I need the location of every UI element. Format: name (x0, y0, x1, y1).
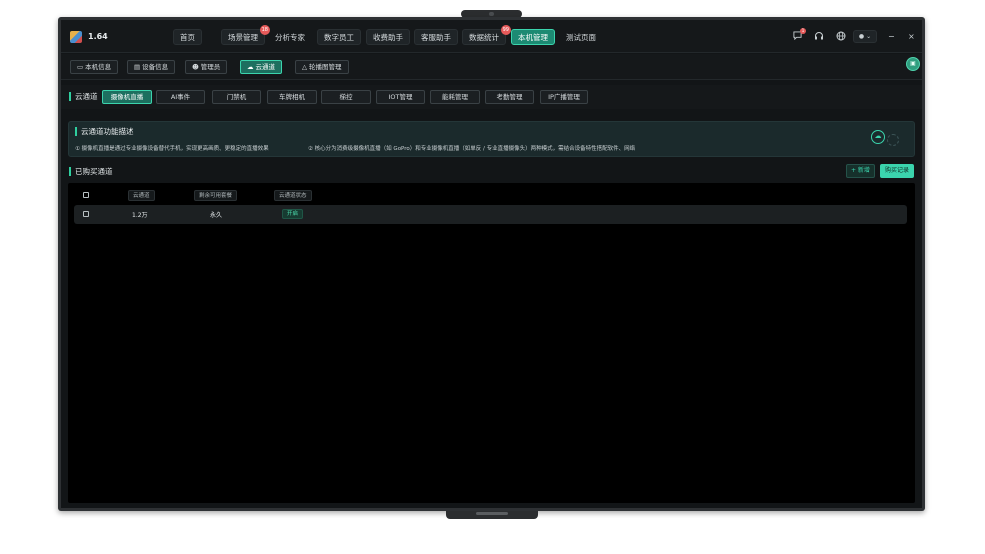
nav-tab-label: 本机管理 (518, 33, 548, 42)
section-bar: 云通道 摄像机直播 AI事件 门禁机 车牌相机 梯控 IOT管理 能耗管理 考勤… (61, 85, 922, 109)
section-tab-ip-broadcast[interactable]: IP广播管理 (540, 90, 588, 104)
table-header: 云通道 剩余可用套餐 云通道状态 (68, 187, 915, 203)
nav-tab-label: 首页 (180, 33, 195, 42)
section-tab-iot[interactable]: IOT管理 (376, 90, 425, 104)
section-tab-elevator[interactable]: 梯控 (321, 90, 371, 104)
assistant-icon[interactable]: ▣ (906, 57, 920, 71)
app-window: 1.64 首页 场景管理 18 分析专家 数字员工 收费助手 客服助手 数据统计 9… (61, 20, 922, 508)
device-icon: ▤ (134, 63, 141, 71)
subtab-carousel[interactable]: △ 轮播图管理 (295, 60, 349, 74)
section-tab-energy[interactable]: 能耗管理 (430, 90, 480, 104)
message-badge: 1 (800, 28, 806, 34)
message-icon[interactable]: 1 (792, 28, 806, 42)
section-tab-ai-event[interactable]: AI事件 (156, 90, 205, 104)
purchase-records-button[interactable]: 购买记录 (880, 164, 915, 178)
app-logo (70, 31, 82, 43)
row-checkbox[interactable] (83, 211, 89, 217)
nav-tab-label: 测试页面 (566, 33, 596, 42)
subtab-label: 本机信息 (85, 63, 112, 71)
headset-icon[interactable] (813, 31, 824, 42)
nav-tab-billing[interactable]: 收费助手 (366, 29, 410, 45)
nav-tab-label: 收费助手 (373, 33, 403, 42)
section-title: 云通道 (69, 92, 98, 101)
subtab-admin[interactable]: ☻ 管理员 (185, 60, 228, 74)
section-tab-access-control[interactable]: 门禁机 (212, 90, 261, 104)
column-header-channel[interactable]: 云通道 (128, 190, 155, 201)
screenshot-stage: 1.64 首页 场景管理 18 分析专家 数字员工 收费助手 客服助手 数据统计 9… (0, 0, 985, 554)
table-row[interactable]: 1.2万 永久 开启 (74, 205, 907, 224)
close-button[interactable]: × (908, 31, 915, 42)
nav-tab-label: 数字员工 (324, 33, 354, 42)
description-point-2: ② 核心分为消费级摄像机直播（如 GoPro）和专业摄像机直播（如单反 / 专业… (308, 146, 636, 152)
subtab-local-info[interactable]: ▭ 本机信息 (70, 60, 119, 74)
section-tab-camera-live[interactable]: 摄像机直播 (102, 90, 152, 104)
column-header-status[interactable]: 云通道状态 (274, 190, 312, 201)
cell-remaining: 永久 (210, 212, 223, 219)
cloud-sync-icon: ☁ (871, 130, 885, 144)
section-tab-plate-camera[interactable]: 车牌相机 (267, 90, 317, 104)
select-all-checkbox[interactable] (83, 192, 89, 198)
nav-tab-label: 客服助手 (421, 33, 451, 42)
chevron-down-icon: ⌄ (864, 33, 872, 40)
cloud-decoration-icon (887, 134, 899, 146)
monitor-stand (446, 511, 538, 519)
user-menu-button[interactable]: ● ⌄ (853, 30, 877, 43)
feature-description-panel: 云通道功能描述 ① 摄像机直播是通过专业摄像设备替代手机，实现更高画质、更稳定的… (68, 121, 915, 157)
nav-tab-label: 数据统计 (469, 33, 499, 42)
nav-tab-analyst[interactable]: 分析专家 (268, 29, 312, 45)
subtab-label: 设备信息 (142, 63, 169, 71)
description-point-1: ① 摄像机直播是通过专业摄像设备替代手机，实现更高画质、更稳定的直播效果 (75, 146, 269, 152)
subtab-label: 轮播图管理 (309, 63, 342, 71)
app-version: 1.64 (88, 32, 108, 41)
nav-tab-label: 分析专家 (275, 33, 305, 42)
nav-tab-home[interactable]: 首页 (173, 29, 202, 45)
image-icon: △ (302, 63, 307, 71)
add-channel-button[interactable]: + 新增 (846, 164, 875, 178)
cloud-icon: ☁ (247, 63, 254, 71)
nav-tab-statistics[interactable]: 数据统计 99 (462, 25, 511, 45)
nav-tab-local-management[interactable]: 本机管理 (511, 29, 555, 45)
channels-table: 云通道 剩余可用套餐 云通道状态 1.2万 永久 开启 (68, 183, 915, 503)
nav-tab-support[interactable]: 客服助手 (414, 29, 458, 45)
subtab-label: 管理员 (200, 63, 221, 71)
sub-nav-bar: ▭ 本机信息 ▤ 设备信息 ☻ 管理员 ☁ 云通道 △ 轮播图管理 (61, 54, 922, 80)
nav-tab-label: 场景管理 (228, 33, 258, 42)
globe-icon[interactable] (835, 31, 846, 42)
subtab-cloud-channel[interactable]: ☁ 云通道 (240, 60, 282, 74)
nav-tab-scene[interactable]: 场景管理 18 (221, 25, 270, 45)
monitor-icon: ▭ (77, 63, 84, 71)
nav-tab-test[interactable]: 测试页面 (559, 29, 603, 45)
section-tab-attendance[interactable]: 考勤管理 (485, 90, 534, 104)
status-badge: 开启 (282, 209, 304, 219)
user-icon: ☻ (192, 63, 199, 71)
notification-badge: 99 (500, 25, 511, 35)
subtab-label: 云通道 (255, 63, 276, 71)
subtab-device-info[interactable]: ▤ 设备信息 (127, 60, 176, 74)
purchased-channels-title: 已购买通道 (69, 167, 113, 176)
nav-tab-digital-staff[interactable]: 数字员工 (317, 29, 361, 45)
minimize-button[interactable]: − (888, 31, 895, 42)
top-bar: 1.64 首页 场景管理 18 分析专家 数字员工 收费助手 客服助手 数据统计 9… (61, 20, 922, 53)
description-title: 云通道功能描述 (75, 127, 134, 136)
column-header-remaining[interactable]: 剩余可用套餐 (194, 190, 238, 201)
cell-channel: 1.2万 (132, 212, 148, 219)
